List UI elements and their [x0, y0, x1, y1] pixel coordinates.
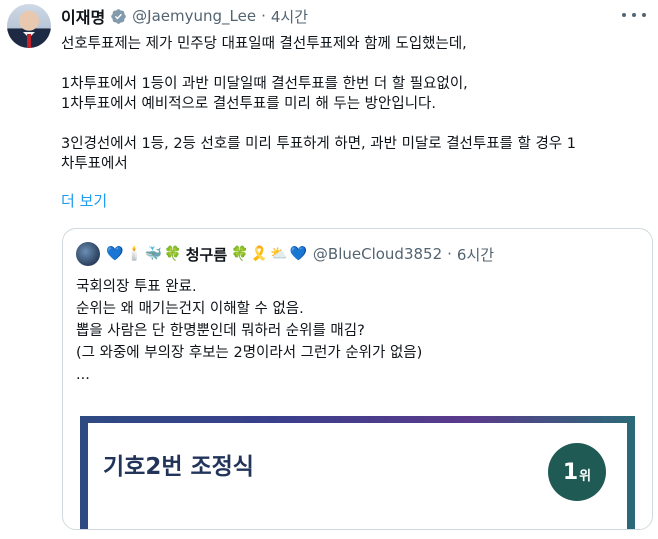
tweet-line: 1차투표에서 1등이 과반 미달일때 결선투표를 한번 더 할 필요없이, — [61, 76, 468, 92]
quote-line: (그 와중에 부의장 후보는 2명이라서 그런가 순위가 없음) — [76, 345, 423, 361]
clover-icon: 🍀 — [164, 246, 182, 262]
header-separator: · — [261, 7, 266, 25]
tweet-header: 이재명 @Jaemyung_Lee · 4시간 — [61, 5, 308, 27]
rank-badge: 1 위 — [548, 443, 606, 501]
clover-icon: 🍀 — [231, 246, 249, 262]
show-more-link[interactable]: 더 보기 — [61, 190, 107, 211]
more-dot — [632, 13, 636, 17]
quote-separator: · — [447, 245, 452, 263]
quote-author-name[interactable]: 청구름 — [186, 244, 227, 265]
quote-text: 국회의장 투표 완료. 순위는 왜 매기는건지 이해할 수 없음. 뽑을 사람은… — [76, 276, 422, 386]
author-handle[interactable]: @Jaemyung_Lee — [132, 7, 256, 25]
tweet-time[interactable]: 4시간 — [271, 6, 308, 27]
quote-author-avatar[interactable] — [76, 242, 100, 266]
blue-heart-icon: 💙 — [106, 246, 124, 262]
tweet-line: 선호투표제는 제가 민주당 대표일때 결선투표제와 함께 도입했는데, — [61, 36, 467, 52]
tweet-line: 차투표에서 — [61, 156, 128, 172]
quote-author-handle[interactable]: @BlueCloud3852 — [313, 245, 442, 263]
tweet-text: 선호투표제는 제가 민주당 대표일때 결선투표제와 함께 도입했는데, 1차투표… — [61, 34, 651, 174]
blue-heart-icon: 💙 — [289, 246, 307, 262]
rank-unit: 위 — [579, 468, 592, 484]
more-dot — [642, 13, 646, 17]
quoted-tweet[interactable]: 💙 🕯️ 🐳 🍀 청구름 🍀 🎗️ ⛅ 💙 @BlueCloud3852 · 6… — [62, 228, 653, 530]
verified-badge-icon — [111, 8, 126, 24]
tweet-line: 1차투표에서 예비적으로 결선투표를 미리 해 두는 방안입니다. — [61, 96, 436, 112]
quote-line: 국회의장 투표 완료. — [76, 279, 197, 295]
quote-line: ... — [76, 367, 90, 383]
more-dot — [622, 13, 626, 17]
author-name[interactable]: 이재명 — [61, 4, 105, 28]
avatar-tie — [27, 34, 31, 48]
quote-line: 뽑을 사람은 단 한명뿐인데 뭐하러 순위를 매김? — [76, 323, 365, 339]
tweet: 이재명 @Jaemyung_Lee · 4시간 선호투표제는 제가 민주당 대표… — [0, 0, 658, 539]
quote-media-image[interactable]: 기호2번 조정식 1 위 — [63, 396, 652, 529]
more-options-icon[interactable] — [622, 8, 646, 22]
whale-icon: 🐳 — [144, 246, 163, 262]
author-avatar[interactable] — [7, 4, 51, 48]
quote-header: 💙 🕯️ 🐳 🍀 청구름 🍀 🎗️ ⛅ 💙 @BlueCloud3852 · 6… — [76, 242, 494, 266]
rank-number: 1 — [562, 459, 579, 485]
candle-icon: 🕯️ — [125, 246, 143, 262]
quote-line: 순위는 왜 매기는건지 이해할 수 없음. — [76, 301, 304, 317]
ribbon-icon: 🎗️ — [250, 246, 269, 262]
quote-time[interactable]: 6시간 — [457, 244, 494, 265]
tweet-line: 3인경선에서 1등, 2등 선호를 미리 투표하게 하면, 과반 미달로 결선투… — [61, 136, 576, 152]
sun-cloud-icon: ⛅ — [270, 246, 288, 262]
candidate-label: 기호2번 조정식 — [103, 454, 254, 480]
